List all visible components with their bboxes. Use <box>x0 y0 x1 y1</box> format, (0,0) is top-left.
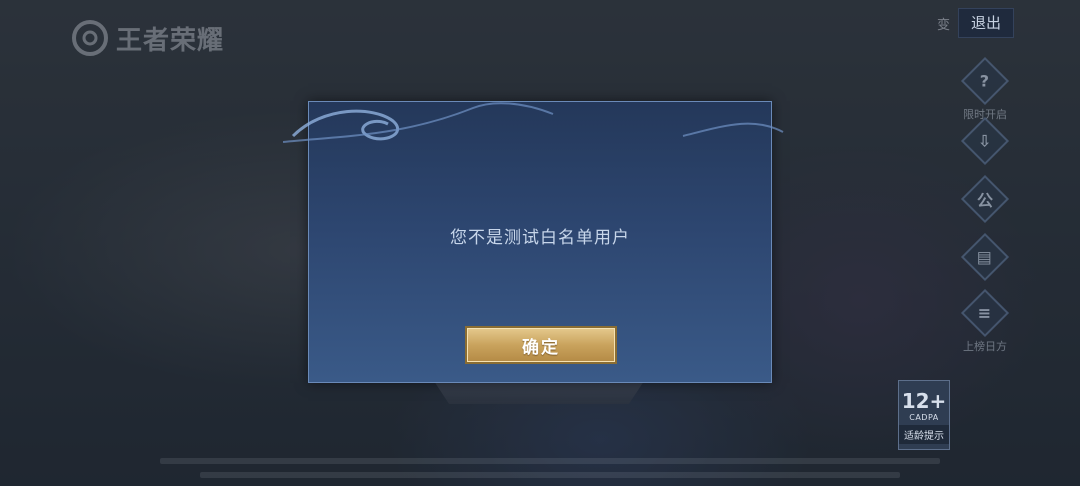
alert-dialog: 您不是测试白名单用户 确定 <box>283 101 784 383</box>
cloud-ornament-icon <box>283 102 784 143</box>
confirm-button[interactable]: 确定 <box>465 326 617 364</box>
dialog-message: 您不是测试白名单用户 <box>450 228 630 248</box>
modal-overlay: 您不是测试白名单用户 确定 <box>0 0 1080 486</box>
